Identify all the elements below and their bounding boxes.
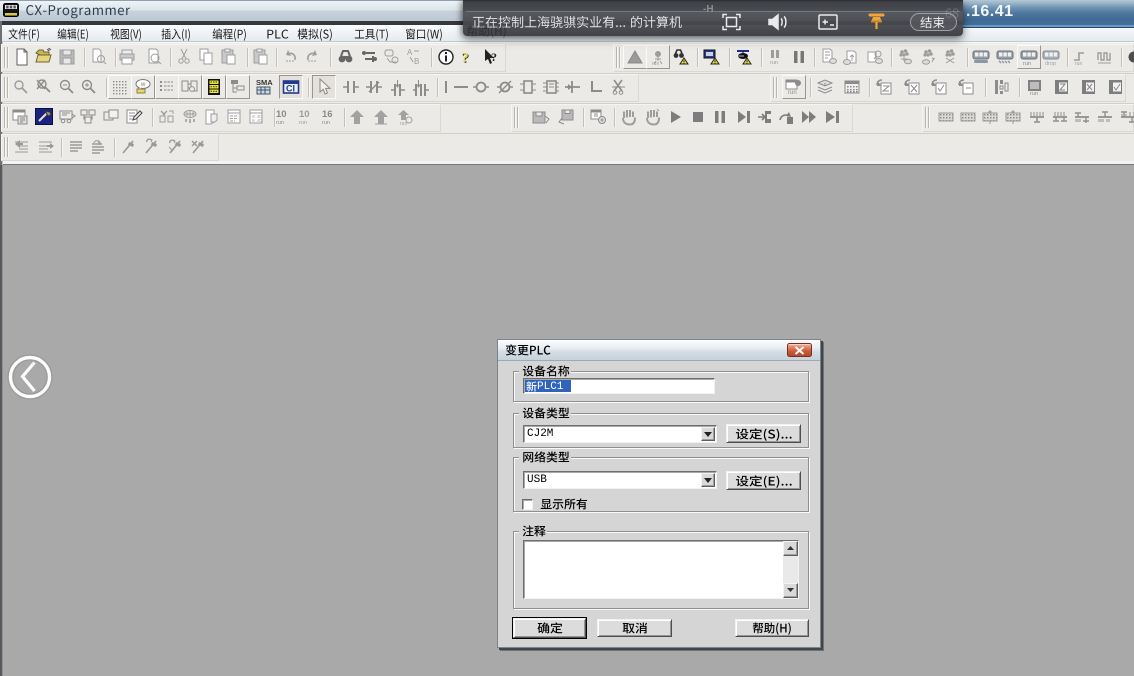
- svg-text:drop: drop: [1045, 61, 1056, 66]
- svg-text:B: B: [414, 57, 419, 66]
- svg-text:w: w: [140, 82, 146, 88]
- svg-text:SMA: SMA: [256, 78, 273, 87]
- svg-text:A: A: [407, 48, 413, 57]
- svg-text:10: 10: [299, 109, 310, 120]
- svg-text:run: run: [788, 90, 797, 96]
- svg-text:run: run: [1030, 91, 1038, 96]
- svg-text:16: 16: [322, 109, 333, 120]
- svg-text:run: run: [652, 61, 659, 66]
- svg-text:run: run: [276, 120, 284, 126]
- svg-text:CI: CI: [286, 84, 295, 94]
- svg-text:10: 10: [276, 109, 287, 120]
- svg-text:run: run: [322, 120, 330, 126]
- svg-text:run: run: [400, 121, 407, 126]
- svg-text:0.02: 0.02: [252, 118, 263, 124]
- svg-text:run: run: [770, 60, 778, 66]
- svg-text:run: run: [1075, 61, 1082, 66]
- svg-text:run: run: [1023, 61, 1031, 66]
- svg-text:?: ?: [491, 50, 497, 64]
- svg-text:run: run: [299, 120, 307, 126]
- svg-text:?: ?: [461, 50, 469, 66]
